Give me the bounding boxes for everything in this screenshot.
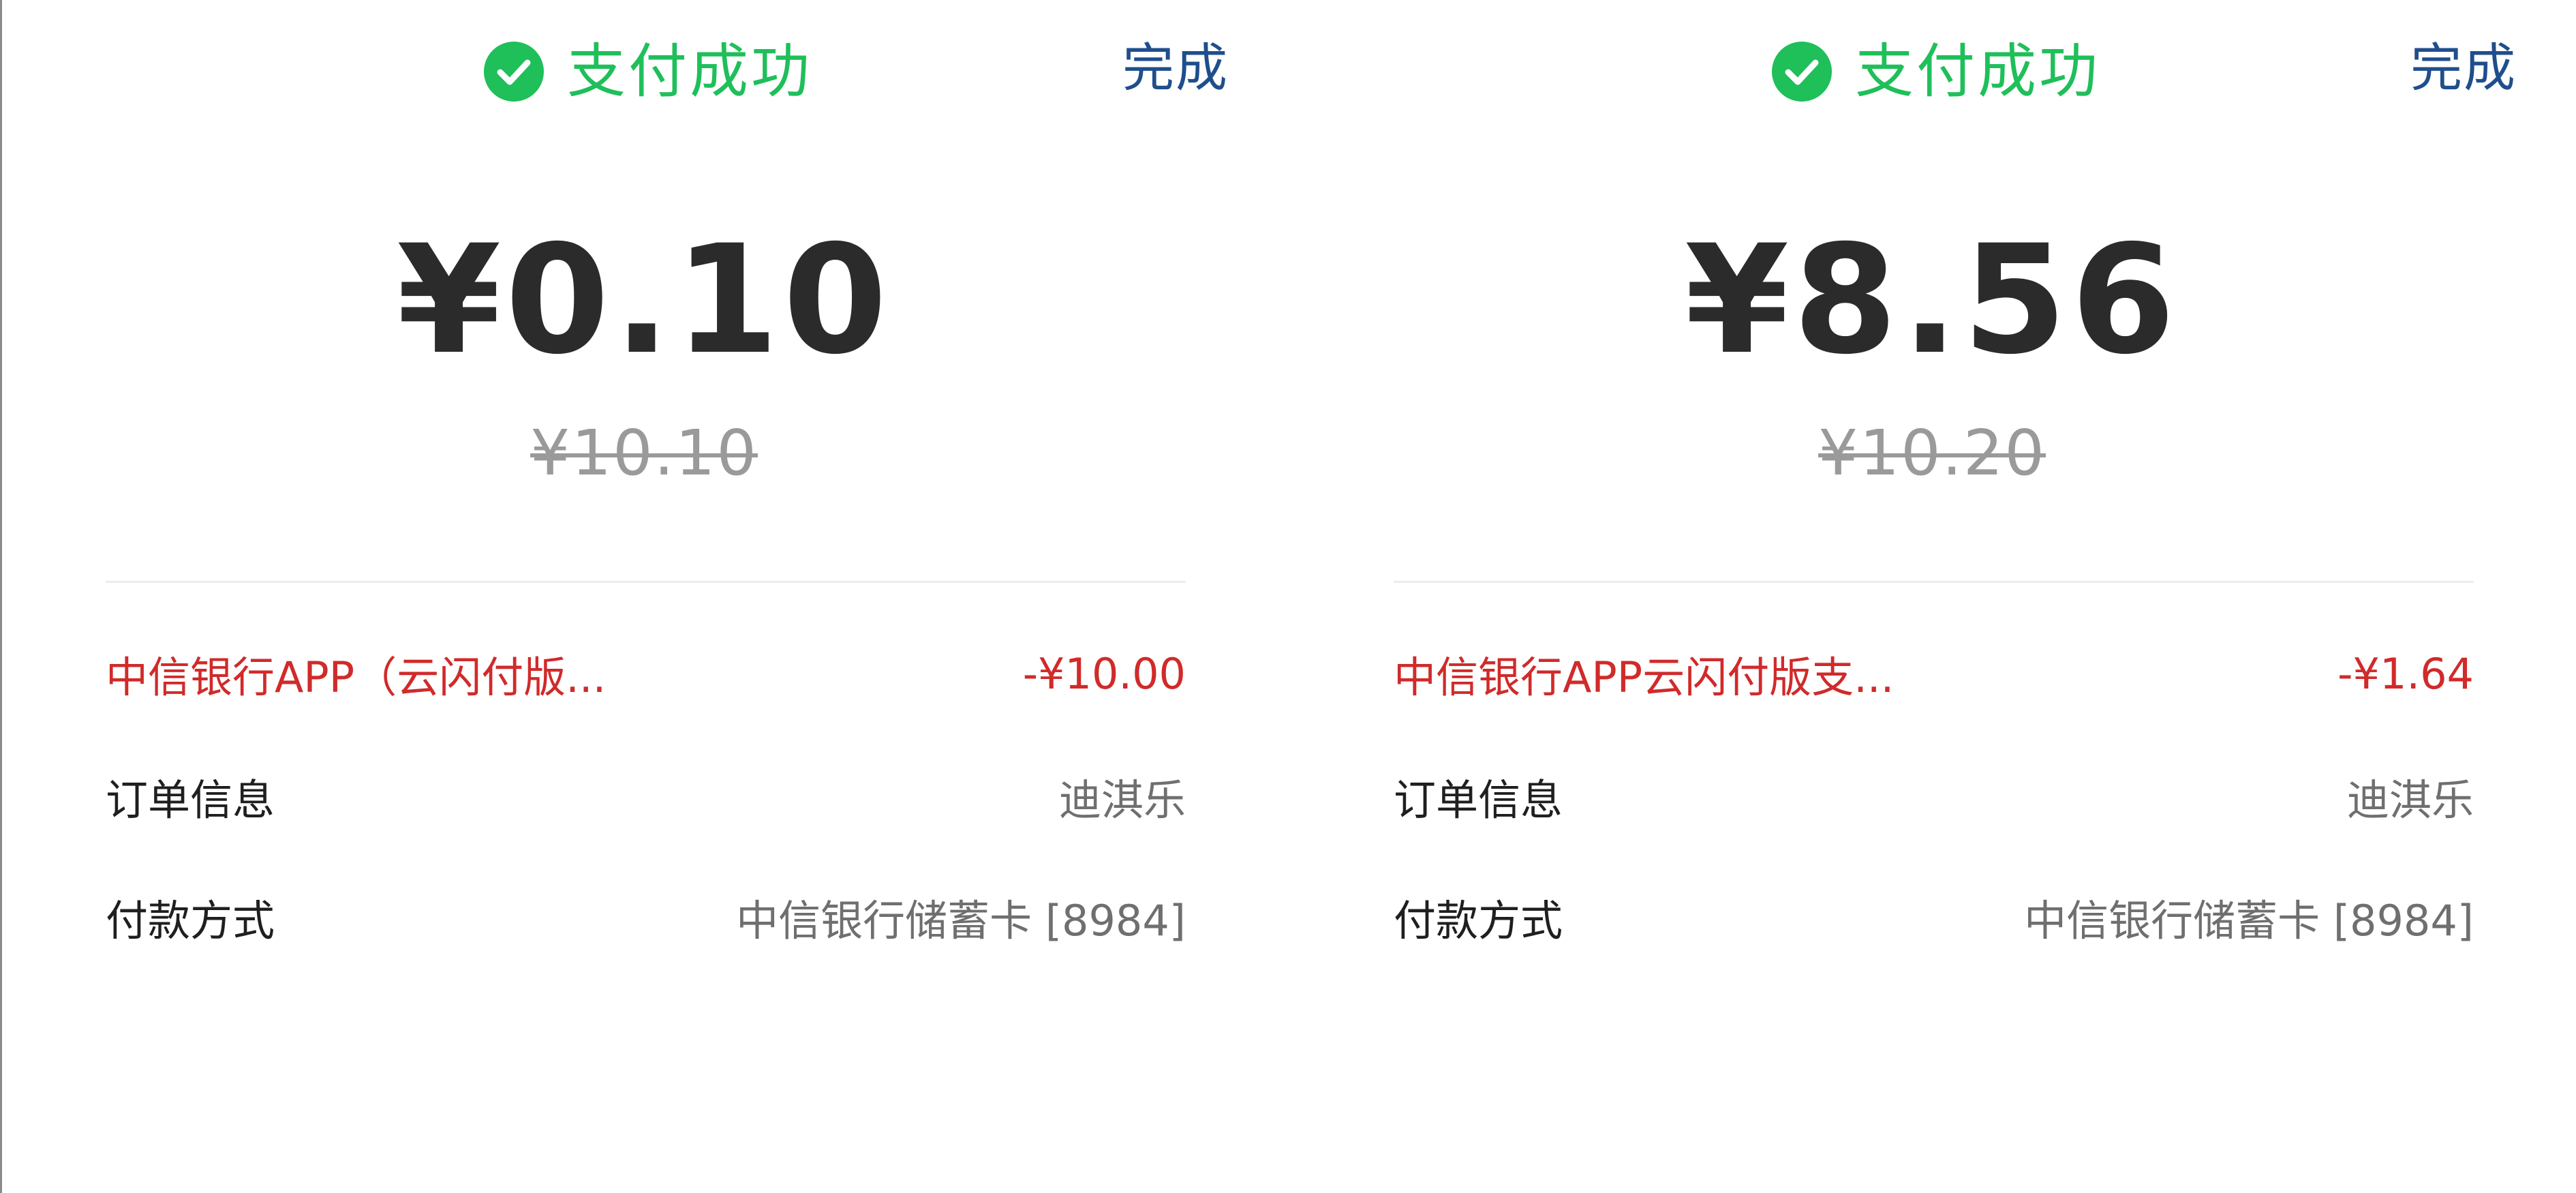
payment-status: 支付成功 (484, 34, 812, 109)
order-info-row[interactable]: 订单信息 迪淇乐 (106, 759, 1186, 834)
merchant-name: 迪淇乐 (1058, 775, 1186, 825)
payment-status-text: 支付成功 (567, 37, 812, 106)
paid-amount: ¥0.10 (397, 213, 891, 387)
payment-method-row: 付款方式 中信银行储蓄卡 [8984] (1394, 879, 2474, 954)
payment-method-label: 付款方式 (106, 896, 275, 946)
done-button[interactable]: 完成 (2410, 31, 2517, 106)
payment-method-row: 付款方式 中信银行储蓄卡 [8984] (106, 879, 1186, 954)
payment-result-panel-1: 支付成功 完成 ¥0.10 ¥10.10 中信银行APP（云闪付版... -¥1… (0, 0, 1288, 1193)
discount-label: 中信银行APP（云闪付版... (106, 652, 607, 702)
order-info-row[interactable]: 订单信息 迪淇乐 (1394, 759, 2474, 834)
discount-value: -¥1.64 (2337, 648, 2474, 699)
payment-method-value: 中信银行储蓄卡 [8984] (2024, 896, 2474, 946)
payment-results: 支付成功 完成 ¥0.10 ¥10.10 中信银行APP（云闪付版... -¥1… (0, 0, 2576, 1193)
original-amount: ¥10.10 (530, 417, 758, 489)
section-divider (1394, 581, 2474, 583)
payment-result-panel-2: 支付成功 完成 ¥8.56 ¥10.20 中信银行APP云闪付版支... -¥1… (1288, 0, 2576, 1193)
order-info-label: 订单信息 (106, 775, 275, 825)
discount-row: 中信银行APP（云闪付版... -¥10.00 (106, 636, 1186, 711)
order-info-label: 订单信息 (1394, 775, 1563, 825)
discount-value: -¥10.00 (1022, 648, 1186, 699)
merchant-name: 迪淇乐 (2346, 775, 2474, 825)
original-amount: ¥10.20 (1818, 417, 2046, 489)
payment-status-text: 支付成功 (1855, 37, 2100, 106)
payment-status: 支付成功 (1772, 34, 2100, 109)
check-circle-icon (1772, 42, 1832, 102)
paid-amount: ¥8.56 (1685, 213, 2179, 387)
discount-label: 中信银行APP云闪付版支... (1394, 652, 1895, 702)
done-button[interactable]: 完成 (1122, 31, 1229, 106)
payment-method-value: 中信银行储蓄卡 [8984] (736, 896, 1186, 946)
discount-row: 中信银行APP云闪付版支... -¥1.64 (1394, 636, 2474, 711)
section-divider (106, 581, 1186, 583)
payment-method-label: 付款方式 (1394, 896, 1563, 946)
check-circle-icon (484, 42, 544, 102)
